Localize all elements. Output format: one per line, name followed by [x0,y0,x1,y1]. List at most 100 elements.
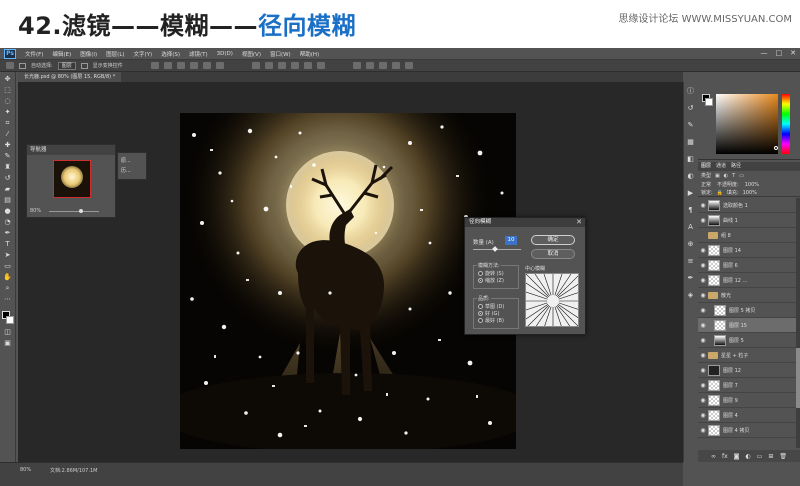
amount-input[interactable]: 10 [505,236,517,245]
show-transform-checkbox[interactable] [80,62,88,69]
3d-icon[interactable]: ◈ [688,292,693,299]
status-zoom[interactable]: 80% [20,467,31,473]
radio-icon[interactable] [478,318,483,323]
quality-best-radio[interactable]: 最好 (B) [478,317,518,324]
visibility-eye-icon[interactable]: ◉ [698,412,708,419]
layer-row[interactable]: ◉ 图层 15 [698,318,796,333]
styles-icon[interactable]: ◧ [687,156,694,163]
auto-select-checkbox[interactable] [19,62,26,69]
visibility-eye-icon[interactable]: ◉ [698,352,708,359]
visibility-eye-icon[interactable]: ◉ [698,307,708,314]
menu-layer[interactable]: 图层(L) [106,50,124,58]
new-group-icon[interactable]: ▭ [757,453,763,460]
visibility-eye-icon[interactable]: ◉ [698,322,708,329]
radio-icon[interactable] [478,304,483,309]
lock-icon[interactable]: 🔒 [717,190,723,196]
history-icon[interactable]: ↺ [688,105,694,112]
fill-input[interactable]: 100% [743,190,757,196]
align-left-icon[interactable] [189,62,198,69]
brush-tool-icon[interactable]: ✎ [3,153,12,160]
3d-pan-icon[interactable] [378,62,387,69]
ok-button[interactable]: 确定 [531,235,575,245]
brush-presets-icon[interactable]: ✎ [688,122,694,129]
move-tool-icon[interactable] [6,62,14,69]
layers-scrollbar[interactable] [796,198,800,448]
filter-shape-icon[interactable]: ▭ [739,173,744,179]
distribute-middle-icon[interactable] [264,62,273,69]
layer-row[interactable]: ◉ 散光 [698,288,796,303]
menu-help[interactable]: 帮助(H) [300,50,319,58]
layer-style-icon[interactable]: fx [722,453,728,460]
radio-selected-icon[interactable] [478,311,483,316]
navigator-slider-knob[interactable] [79,209,83,213]
color-picker-marker[interactable] [774,146,778,150]
layer-row[interactable]: ◉ 图层 5 [698,333,796,348]
filter-pixel-icon[interactable]: ▣ [715,173,720,179]
distribute-bottom-icon[interactable] [277,62,286,69]
menu-image[interactable]: 图像(I) [80,50,97,58]
visibility-eye-icon[interactable]: ◉ [698,337,708,344]
align-middle-icon[interactable] [163,62,172,69]
path-select-icon[interactable]: ➤ [3,252,12,259]
layer-row[interactable]: ◉ 星星 + 粒子 [698,348,796,363]
eraser-icon[interactable]: ▰ [3,186,12,193]
add-mask-icon[interactable]: ◙ [734,453,740,460]
blur-tool-icon[interactable]: ● [3,208,12,215]
maximize-icon[interactable]: □ [776,49,783,57]
align-center-icon[interactable] [202,62,211,69]
character-icon[interactable]: A [688,224,693,231]
pen-tool-icon[interactable]: ✒ [3,230,12,237]
clone-source-icon[interactable]: ⊕ [688,241,694,248]
3d-roll-icon[interactable] [365,62,374,69]
radio-icon[interactable] [478,271,483,276]
layer-row[interactable]: ◉ 图层 4 [698,408,796,423]
zoom-tool-icon[interactable]: ⌕ [3,285,12,292]
align-bottom-icon[interactable] [176,62,185,69]
layer-filter-dropdown[interactable]: 类型 [701,172,711,179]
blend-mode-dropdown[interactable]: 正常 [701,181,711,188]
properties-icon[interactable]: ≡ [688,258,694,265]
document-tab[interactable]: 长光鹿.psd @ 80% (图层 15, RGB/8) * [18,72,122,82]
layer-row[interactable]: ◉ 图层 9 [698,393,796,408]
layer-row[interactable]: 组 8 [698,228,796,243]
hue-slider[interactable] [782,94,790,154]
layer-row[interactable]: ◉ 图层 14 [698,243,796,258]
visibility-eye-icon[interactable]: ◉ [698,427,708,434]
color-picker-field[interactable] [716,94,778,154]
delete-layer-icon[interactable]: 🗑 [779,453,787,460]
new-layer-icon[interactable]: ⊞ [768,453,773,460]
lasso-tool-icon[interactable]: ◌ [3,98,12,105]
adjustments-icon[interactable]: ◐ [687,173,693,180]
cancel-button[interactable]: 取消 [531,249,575,259]
method-zoom-radio[interactable]: 缩放 (Z) [478,277,518,284]
navigator-zoom[interactable]: 80% [30,208,41,214]
quality-draft-radio[interactable]: 草图 (D) [478,303,518,310]
color-swatches[interactable] [1,311,14,325]
visibility-eye-icon[interactable]: ◉ [698,367,708,374]
paragraph-icon[interactable]: ¶ [688,207,692,214]
align-top-icon[interactable] [150,62,159,69]
visibility-eye-icon[interactable]: ◉ [698,202,708,209]
layer-row[interactable]: ◉ 选取颜色 1 [698,198,796,213]
visibility-eye-icon[interactable]: ◉ [698,217,708,224]
close-icon[interactable]: ✕ [790,49,796,57]
layer-row[interactable]: ◉ 图层 6 [698,258,796,273]
3d-scale-icon[interactable] [404,62,413,69]
visibility-eye-icon[interactable]: ◉ [698,247,708,254]
visibility-eye-icon[interactable]: ◉ [698,277,708,284]
screen-mode-icon[interactable]: ▣ [3,340,12,347]
more-tools-icon[interactable]: ⋯ [3,296,12,303]
distribute-center-icon[interactable] [303,62,312,69]
color-background[interactable] [705,98,713,106]
menu-type[interactable]: 文字(Y) [134,50,153,58]
distribute-left-icon[interactable] [290,62,299,69]
type-tool-icon[interactable]: T [3,241,12,248]
layer-row[interactable]: ◉ 图层 12 ... [698,273,796,288]
healing-brush-icon[interactable]: ✚ [3,142,12,149]
3d-slide-icon[interactable] [391,62,400,69]
menu-file[interactable]: 文件(F) [25,50,43,58]
mini-panel-item[interactable]: 历... [121,166,143,176]
minimize-icon[interactable]: — [761,49,768,57]
method-spin-radio[interactable]: 旋转 (S) [478,270,518,277]
actions-icon[interactable]: ▶ [688,190,693,197]
